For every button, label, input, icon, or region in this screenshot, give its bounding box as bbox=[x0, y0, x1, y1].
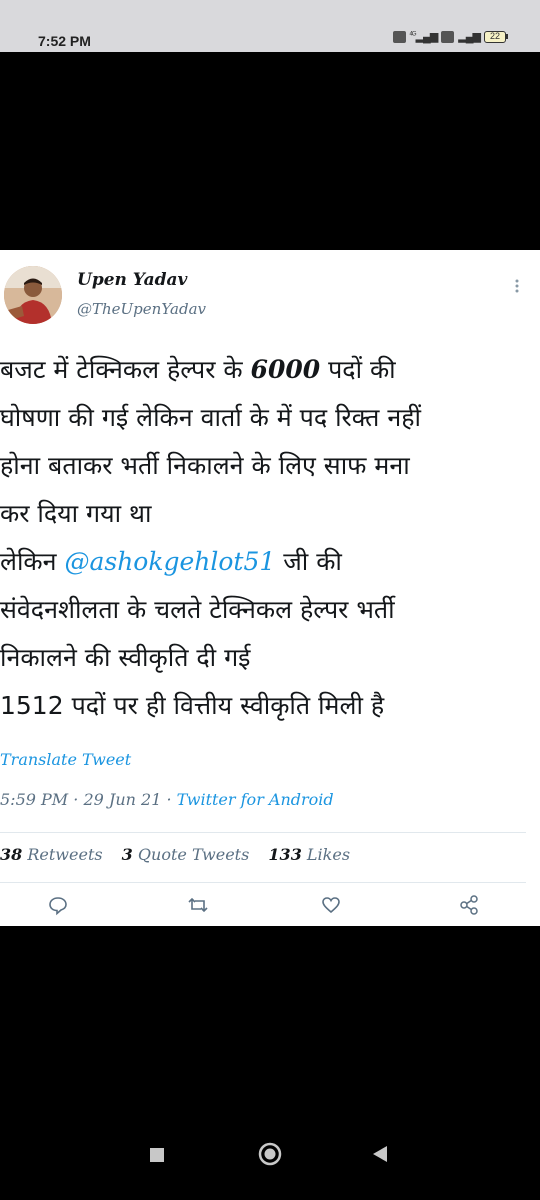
retweet-icon[interactable] bbox=[187, 894, 209, 916]
navigation-bar bbox=[0, 1110, 540, 1200]
mention-link[interactable]: @ashokgehlot51 bbox=[64, 547, 275, 576]
network-type-label: 4G bbox=[409, 31, 417, 38]
retweets-stat[interactable]: 38 Retweets bbox=[0, 845, 103, 864]
tweet-meta: 5:59 PM · 29 Jun 21 · Twitter for Androi… bbox=[0, 790, 334, 809]
more-vertical-icon[interactable] bbox=[512, 276, 522, 296]
home-button[interactable] bbox=[258, 1142, 282, 1170]
reply-icon[interactable] bbox=[47, 894, 69, 916]
likes-stat[interactable]: 133 Likes bbox=[268, 845, 350, 864]
status-bar: 7:52 PM 4G▂▄▆ ▂▄▆ 22 bbox=[0, 0, 540, 52]
divider bbox=[0, 882, 526, 883]
tweet-line: बजट में टेक्निकल हेल्पर के 6000 पदों की bbox=[0, 355, 396, 384]
recents-button[interactable] bbox=[150, 1147, 164, 1166]
tweet-time: 5:59 PM bbox=[0, 790, 69, 809]
tweet-stats: 38 Retweets 3 Quote Tweets 133 Likes bbox=[0, 845, 364, 864]
status-icons: 4G▂▄▆ ▂▄▆ 22 bbox=[392, 30, 508, 43]
signal-icon-2: ▂▄▆ bbox=[458, 31, 481, 43]
tweet-source-link[interactable]: Twitter for Android bbox=[177, 790, 334, 809]
signal-icon: 4G▂▄▆ bbox=[409, 31, 439, 43]
tweet-actions bbox=[0, 894, 540, 922]
tweet-line: 1512 पदों पर ही वित्तीय स्वीकृति मिली है bbox=[0, 691, 385, 720]
share-icon[interactable] bbox=[458, 894, 480, 916]
tweet-line: निकालने की स्वीकृति दी गई bbox=[0, 643, 251, 672]
translate-tweet-link[interactable]: Translate Tweet bbox=[0, 750, 131, 769]
avatar[interactable] bbox=[4, 266, 62, 324]
quote-tweets-stat[interactable]: 3 Quote Tweets bbox=[122, 845, 250, 864]
tweet-line: लेकिन @ashokgehlot51 जी की bbox=[0, 547, 342, 576]
volte-icon-2 bbox=[441, 30, 455, 43]
tweet-line: घोषणा की गई लेकिन वार्ता के में पद रिक्त… bbox=[0, 403, 421, 432]
status-time: 7:52 PM bbox=[38, 33, 91, 49]
battery-level: 22 bbox=[484, 30, 506, 43]
back-button[interactable] bbox=[373, 1146, 387, 1166]
heart-icon[interactable] bbox=[320, 894, 342, 916]
tweet-text: बजट में टेक्निकल हेल्पर के 6000 पदों की … bbox=[0, 346, 540, 730]
tweet-date: 29 Jun 21 bbox=[83, 790, 162, 809]
divider bbox=[0, 832, 526, 833]
user-name[interactable]: Upen Yadav bbox=[77, 270, 187, 290]
user-handle[interactable]: @TheUpenYadav bbox=[77, 300, 206, 318]
tweet-line: संवेदनशीलता के चलते टेक्निकल हेल्पर भर्त… bbox=[0, 595, 395, 624]
tweet-line: होना बताकर भर्ती निकालने के लिए साफ मना bbox=[0, 451, 410, 480]
tweet-card: Upen Yadav @TheUpenYadav बजट में टेक्निक… bbox=[0, 250, 540, 926]
volte-icon bbox=[392, 30, 406, 43]
battery-icon: 22 bbox=[484, 30, 508, 43]
tweet-line: कर दिया गया था bbox=[0, 499, 152, 528]
